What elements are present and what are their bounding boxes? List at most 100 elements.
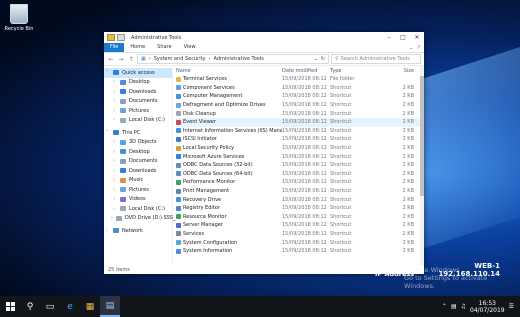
help-icon[interactable]: ? <box>417 45 420 51</box>
tab-file[interactable]: File <box>104 43 125 52</box>
chevron-right-icon[interactable]: › <box>111 196 117 202</box>
administrative-tools-taskbar-icon[interactable]: ▤ <box>100 296 120 317</box>
nav-item[interactable]: › 3D Objects <box>104 138 172 148</box>
close-button[interactable]: ✕ <box>410 32 424 43</box>
nav-item[interactable]: › Documents <box>104 97 172 107</box>
chevron-right-icon[interactable]: › <box>111 117 117 123</box>
column-size[interactable]: Size <box>380 68 414 74</box>
table-row[interactable]: Services 15/09/2018 08:12 Shortcut 2 KB <box>176 230 424 239</box>
file-size: 2 KB <box>402 145 414 152</box>
chevron-right-icon[interactable]: › <box>111 187 117 193</box>
nav-item[interactable]: › Downloads <box>104 166 172 176</box>
chevron-down-icon[interactable]: ˅ <box>104 130 110 136</box>
forward-icon[interactable]: → <box>117 56 125 63</box>
table-row[interactable]: Print Management 15/09/2018 08:12 Shortcut… <box>176 187 424 196</box>
refresh-icon[interactable]: ↻ <box>321 56 325 62</box>
chevron-down-icon[interactable]: ⌄ <box>314 56 318 62</box>
task-view-icon[interactable]: ▭ <box>40 296 60 317</box>
column-name[interactable]: Name <box>176 68 282 74</box>
quick-access-toolbar-icon[interactable] <box>117 34 125 41</box>
chevron-right-icon[interactable]: › <box>111 168 117 174</box>
table-row[interactable]: Component Services 15/09/2018 08:12 Shortc… <box>176 84 424 93</box>
back-icon[interactable]: ← <box>107 56 115 63</box>
tab-view[interactable]: View <box>178 43 202 52</box>
nav-item-icon <box>120 139 126 145</box>
file-name: System Information <box>183 248 233 255</box>
table-row[interactable]: Registry Editor 15/09/2018 08:12 Shortcut 2… <box>176 204 424 213</box>
nav-item[interactable]: › Pictures <box>104 106 172 116</box>
minimize-button[interactable]: – <box>382 32 396 43</box>
table-row[interactable]: Performance Monitor 15/09/2018 08:12 Short… <box>176 178 424 187</box>
chevron-right-icon[interactable]: › <box>111 98 117 104</box>
table-row[interactable]: Disk Cleanup 15/09/2018 08:12 Shortcut 2 KB <box>176 109 424 118</box>
chevron-right-icon[interactable]: › <box>111 89 117 95</box>
nav-item[interactable]: › Network <box>104 226 172 236</box>
table-row[interactable]: Event Viewer 15/09/2018 08:12 Shortcut 2 KB <box>176 117 424 127</box>
table-row[interactable]: Recovery Drive 15/09/2018 08:12 Shortcut 2 … <box>176 195 424 204</box>
table-row[interactable]: Computer Management 15/09/2018 08:12 Short… <box>176 92 424 101</box>
chevron-right-icon[interactable]: › <box>111 108 117 114</box>
maximize-button[interactable]: □ <box>396 32 410 43</box>
table-row[interactable]: System Information 15/09/2018 08:12 Shortc… <box>176 247 424 256</box>
file-size: 2 KB <box>402 222 414 229</box>
chevron-down-icon[interactable]: ⌄ <box>409 45 413 51</box>
nav-item[interactable]: ˅ Quick access <box>104 68 172 78</box>
notifications-icon[interactable]: ☰ <box>509 303 514 310</box>
table-row[interactable]: System Configuration 15/09/2018 08:12 Shor… <box>176 238 424 247</box>
table-row[interactable]: Defragment and Optimize Drives 15/09/2018… <box>176 101 424 110</box>
nav-item[interactable]: › DVD Drive (D:) SSS_ <box>104 214 176 224</box>
table-row[interactable]: Resource Monitor 15/09/2018 08:12 Shortcut… <box>176 213 424 222</box>
nav-item[interactable]: › Videos <box>104 195 172 205</box>
nav-item[interactable]: › Documents <box>104 157 172 167</box>
internet-explorer-icon[interactable]: e <box>60 296 80 317</box>
chevron-right-icon[interactable]: › <box>111 177 117 183</box>
clock[interactable]: 16:53 04/07/2019 <box>470 300 505 314</box>
table-row[interactable]: Microsoft Azure Services 15/09/2018 08:12… <box>176 152 424 161</box>
scrollbar-thumb[interactable] <box>420 76 424 196</box>
breadcrumb-item[interactable]: System and Security <box>154 56 206 62</box>
chevron-right-icon[interactable]: › <box>111 139 117 145</box>
nav-item[interactable]: › Desktop <box>104 78 172 88</box>
chevron-down-icon[interactable]: ˅ <box>104 70 110 76</box>
breadcrumb[interactable]: ▦ › System and Security › Administrative… <box>137 54 329 64</box>
table-row[interactable]: ODBC Data Sources (32-bit) 15/09/2018 08:… <box>176 161 424 170</box>
column-type[interactable]: Type <box>330 68 380 74</box>
chevron-up-icon[interactable]: ⌃ <box>442 303 447 310</box>
tab-home[interactable]: Home <box>124 43 151 52</box>
start-button[interactable] <box>0 296 20 317</box>
nav-item[interactable]: ˅ This PC <box>104 128 172 138</box>
volume-icon[interactable]: ♫ <box>461 303 466 310</box>
breadcrumb-item[interactable]: Administrative Tools <box>214 56 264 62</box>
search-input[interactable]: ⚲ Search Administrative Tools <box>331 54 421 64</box>
table-row[interactable]: iSCSI Initiator 15/09/2018 08:12 Shortcut 2… <box>176 135 424 144</box>
table-row[interactable]: Internet Information Services (IIS) Mana… <box>176 127 424 136</box>
nav-item[interactable]: › Downloads <box>104 87 172 97</box>
chevron-right-icon[interactable]: › <box>111 79 117 85</box>
chevron-right-icon[interactable]: › <box>111 206 117 212</box>
nav-item[interactable]: › Pictures <box>104 185 172 195</box>
nav-item[interactable]: › Music <box>104 176 172 186</box>
file-name: Server Manager <box>183 222 223 229</box>
shortcut-icon <box>176 145 181 151</box>
table-row[interactable]: Server Manager 15/09/2018 08:12 Shortcut 2 … <box>176 221 424 230</box>
chevron-right-icon[interactable]: › <box>111 215 113 221</box>
table-row[interactable]: ODBC Data Sources (64-bit) 15/09/2018 08:… <box>176 170 424 179</box>
file-explorer-icon[interactable]: ▦ <box>80 296 100 317</box>
table-row[interactable]: Terminal Services 15/09/2018 08:12 File fo… <box>176 75 424 84</box>
network-icon[interactable]: ▤ <box>451 303 457 310</box>
nav-item[interactable]: › Local Disk (C:) <box>104 116 172 126</box>
search-icon[interactable]: ⚲ <box>20 296 40 317</box>
table-row[interactable]: Local Security Policy 15/09/2018 08:12 Sho… <box>176 144 424 153</box>
nav-item-icon <box>120 149 126 155</box>
tab-share[interactable]: Share <box>151 43 177 52</box>
chevron-right-icon[interactable]: › <box>111 158 117 164</box>
nav-item[interactable]: › Local Disk (C:) <box>104 204 172 214</box>
chevron-right-icon[interactable]: › <box>104 228 110 234</box>
nav-item[interactable]: › Desktop <box>104 147 172 157</box>
chevron-right-icon[interactable]: › <box>111 149 117 155</box>
file-name: System Configuration <box>183 239 238 246</box>
up-icon[interactable]: ↑ <box>127 56 135 63</box>
column-date[interactable]: Date modified <box>282 68 330 74</box>
server-name: WEB-1 <box>474 262 500 270</box>
recycle-bin-shortcut[interactable]: Recycle Bin <box>2 4 36 32</box>
